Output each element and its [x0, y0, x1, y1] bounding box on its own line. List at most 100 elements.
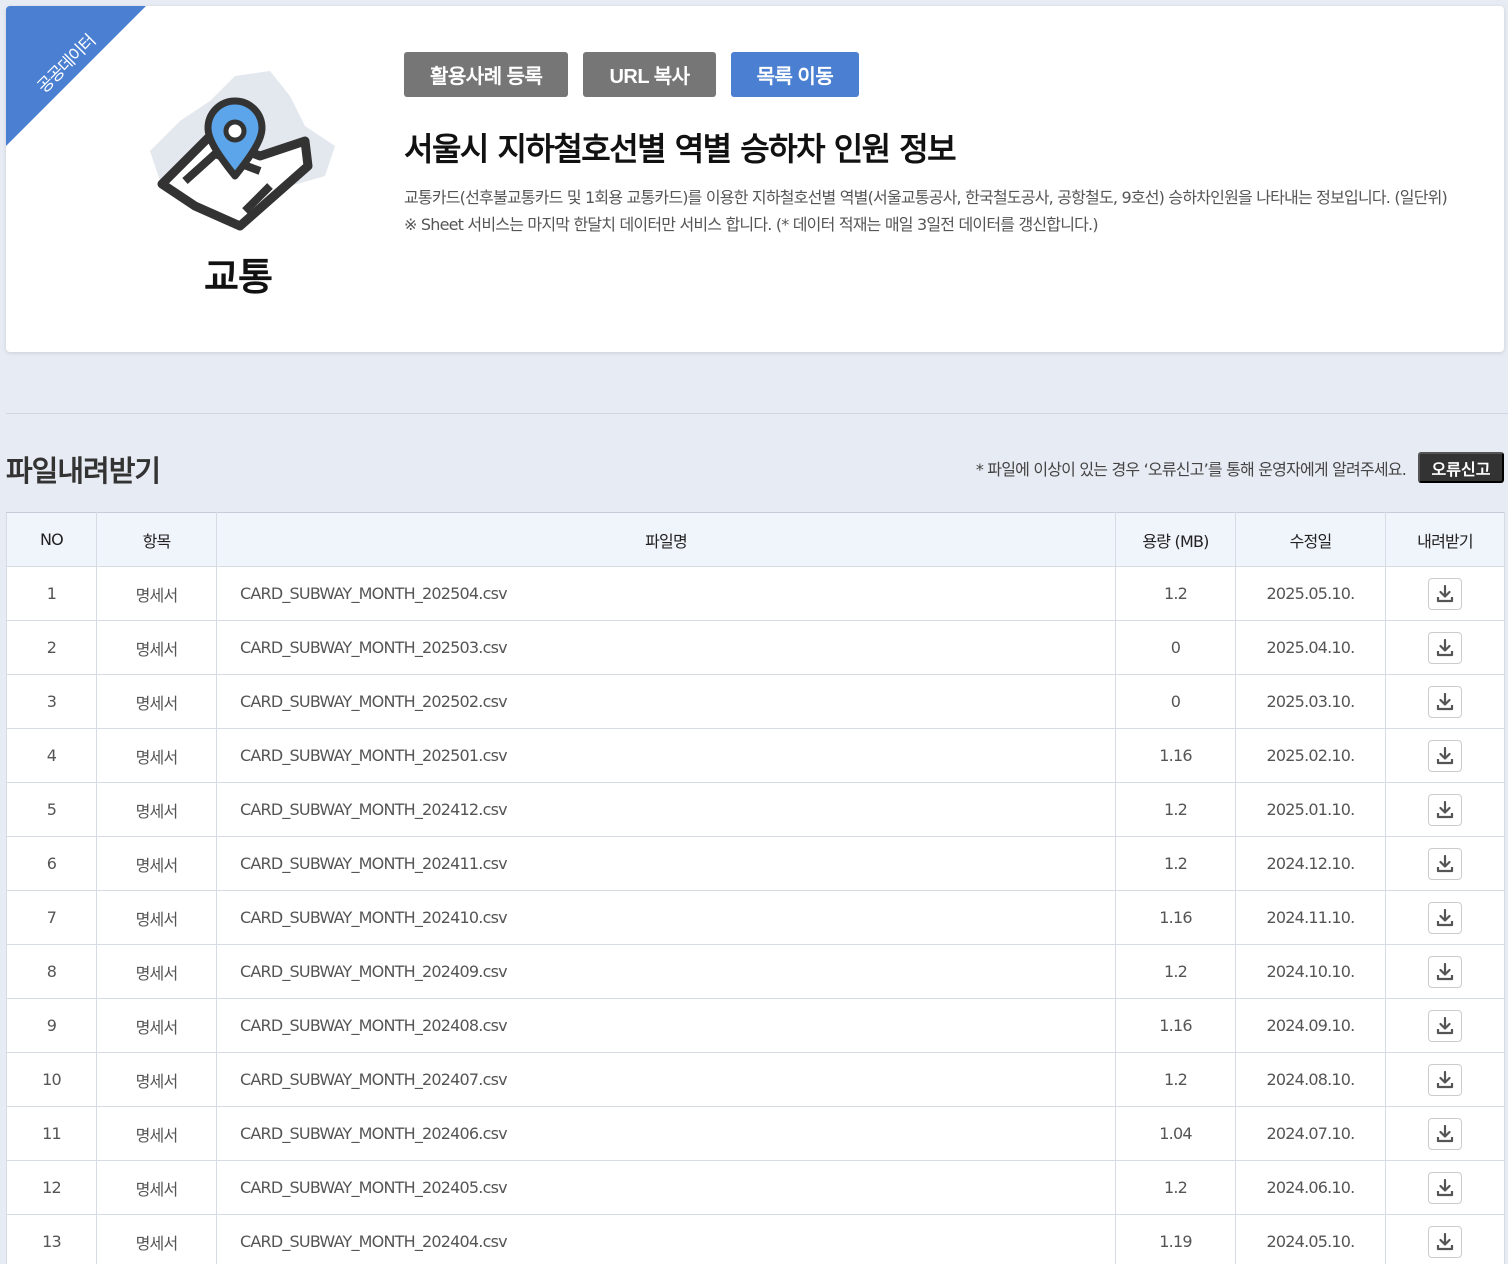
cell-item: 명세서	[96, 620, 217, 675]
cell-size: 1.04	[1115, 1106, 1236, 1161]
error-report-notice: * 파일에 이상이 있는 경우 ‘오류신고’를 통해 운영자에게 알려주세요.	[975, 460, 1407, 479]
header-item: 항목	[96, 512, 217, 567]
cell-filename: CARD_SUBWAY_MONTH_202502.csv	[216, 674, 1116, 729]
cell-item: 명세서	[96, 890, 217, 945]
cell-download	[1385, 1214, 1505, 1264]
cell-item: 명세서	[96, 836, 217, 891]
section-divider	[6, 413, 1508, 414]
download-icon	[1436, 746, 1454, 764]
map-pin-icon	[150, 71, 335, 231]
table-row: 7 명세서 CARD_SUBWAY_MONTH_202410.csv 1.16 2024…	[6, 890, 1505, 945]
cell-no: 4	[6, 728, 97, 783]
cell-filename: CARD_SUBWAY_MONTH_202404.csv	[216, 1214, 1116, 1264]
cell-download	[1385, 1106, 1505, 1161]
dataset-info-card: 공공데이터 교통 활용사례 등록 URL 복사 목록 이동 서울시 지하철호선별…	[6, 6, 1504, 352]
file-table: NO 항목 파일명 용량 (MB) 수정일 내려받기 1 명세서 CARD_SUBW…	[6, 512, 1505, 1264]
cell-no: 8	[6, 944, 97, 999]
dataset-description: 교통카드(선후불교통카드 및 1회용 교통카드)를 이용한 지하철호선별 역별(…	[404, 184, 1454, 238]
cell-item: 명세서	[96, 566, 217, 621]
cell-modified: 2025.03.10.	[1235, 674, 1386, 729]
header-no: NO	[6, 512, 97, 567]
download-button[interactable]	[1428, 793, 1462, 826]
cell-item: 명세서	[96, 1160, 217, 1215]
cell-modified: 2024.10.10.	[1235, 944, 1386, 999]
description-line-2: ※ Sheet 서비스는 마지막 한달치 데이터만 서비스 합니다. (* 데이…	[404, 215, 1099, 234]
download-button[interactable]	[1428, 1171, 1462, 1204]
cell-item: 명세서	[96, 1214, 217, 1264]
cell-download	[1385, 620, 1505, 675]
download-button[interactable]	[1428, 1009, 1462, 1042]
cell-download	[1385, 890, 1505, 945]
go-to-list-button[interactable]: 목록 이동	[730, 52, 860, 97]
cell-filename: CARD_SUBWAY_MONTH_202503.csv	[216, 620, 1116, 675]
cell-filename: CARD_SUBWAY_MONTH_202501.csv	[216, 728, 1116, 783]
register-use-case-button[interactable]: 활용사례 등록	[404, 52, 569, 97]
cell-size: 1.2	[1115, 782, 1236, 837]
cell-no: 12	[6, 1160, 97, 1215]
table-row: 13 명세서 CARD_SUBWAY_MONTH_202404.csv 1.19 202…	[6, 1214, 1505, 1264]
cell-modified: 2025.04.10.	[1235, 620, 1386, 675]
copy-url-button[interactable]: URL 복사	[583, 52, 716, 97]
download-button[interactable]	[1428, 1225, 1462, 1258]
cell-download	[1385, 998, 1505, 1053]
cell-modified: 2025.02.10.	[1235, 728, 1386, 783]
download-icon	[1436, 800, 1454, 818]
download-icon	[1436, 584, 1454, 602]
cell-size: 0	[1115, 620, 1236, 675]
cell-modified: 2024.07.10.	[1235, 1106, 1386, 1161]
table-row: 9 명세서 CARD_SUBWAY_MONTH_202408.csv 1.16 2024…	[6, 998, 1505, 1053]
cell-download	[1385, 1160, 1505, 1215]
cell-size: 1.2	[1115, 1160, 1236, 1215]
cell-item: 명세서	[96, 782, 217, 837]
cell-modified: 2024.06.10.	[1235, 1160, 1386, 1215]
download-icon	[1436, 962, 1454, 980]
cell-size: 1.2	[1115, 566, 1236, 621]
download-icon	[1436, 1070, 1454, 1088]
table-row: 4 명세서 CARD_SUBWAY_MONTH_202501.csv 1.16 2025…	[6, 728, 1505, 783]
download-button[interactable]	[1428, 955, 1462, 988]
cell-size: 1.16	[1115, 998, 1236, 1053]
cell-no: 3	[6, 674, 97, 729]
error-report-button[interactable]: 오류신고	[1418, 452, 1504, 483]
download-button[interactable]	[1428, 1117, 1462, 1150]
cell-size: 1.16	[1115, 890, 1236, 945]
header-download: 내려받기	[1385, 512, 1505, 567]
table-row: 10 명세서 CARD_SUBWAY_MONTH_202407.csv 1.2 2024…	[6, 1052, 1505, 1107]
cell-filename: CARD_SUBWAY_MONTH_202405.csv	[216, 1160, 1116, 1215]
public-data-ribbon: 공공데이터	[6, 6, 146, 146]
download-section-title: 파일내려받기	[6, 454, 161, 488]
download-button[interactable]	[1428, 1063, 1462, 1096]
cell-size: 1.2	[1115, 836, 1236, 891]
cell-no: 7	[6, 890, 97, 945]
download-button[interactable]	[1428, 577, 1462, 610]
cell-item: 명세서	[96, 998, 217, 1053]
cell-size: 1.2	[1115, 1052, 1236, 1107]
cell-no: 5	[6, 782, 97, 837]
cell-no: 11	[6, 1106, 97, 1161]
download-icon	[1436, 1124, 1454, 1142]
cell-download	[1385, 782, 1505, 837]
download-button[interactable]	[1428, 631, 1462, 664]
action-buttons: 활용사례 등록 URL 복사 목록 이동	[404, 52, 860, 97]
table-row: 8 명세서 CARD_SUBWAY_MONTH_202409.csv 1.2 2024.…	[6, 944, 1505, 999]
download-button[interactable]	[1428, 901, 1462, 934]
header-filename: 파일명	[216, 512, 1116, 567]
download-button[interactable]	[1428, 847, 1462, 880]
table-row: 6 명세서 CARD_SUBWAY_MONTH_202411.csv 1.2 2024.…	[6, 836, 1505, 891]
table-row: 2 명세서 CARD_SUBWAY_MONTH_202503.csv 0 2025.04…	[6, 620, 1505, 675]
cell-no: 10	[6, 1052, 97, 1107]
cell-no: 13	[6, 1214, 97, 1264]
header-size: 용량 (MB)	[1115, 512, 1236, 567]
table-row: 1 명세서 CARD_SUBWAY_MONTH_202504.csv 1.2 2025.…	[6, 566, 1505, 621]
cell-filename: CARD_SUBWAY_MONTH_202504.csv	[216, 566, 1116, 621]
download-icon	[1436, 1232, 1454, 1250]
cell-download	[1385, 566, 1505, 621]
download-icon	[1436, 692, 1454, 710]
download-icon	[1436, 908, 1454, 926]
download-icon	[1436, 854, 1454, 872]
cell-modified: 2024.12.10.	[1235, 836, 1386, 891]
description-line-1: 교통카드(선후불교통카드 및 1회용 교통카드)를 이용한 지하철호선별 역별(…	[404, 188, 1448, 207]
download-button[interactable]	[1428, 685, 1462, 718]
download-button[interactable]	[1428, 739, 1462, 772]
cell-download	[1385, 1052, 1505, 1107]
